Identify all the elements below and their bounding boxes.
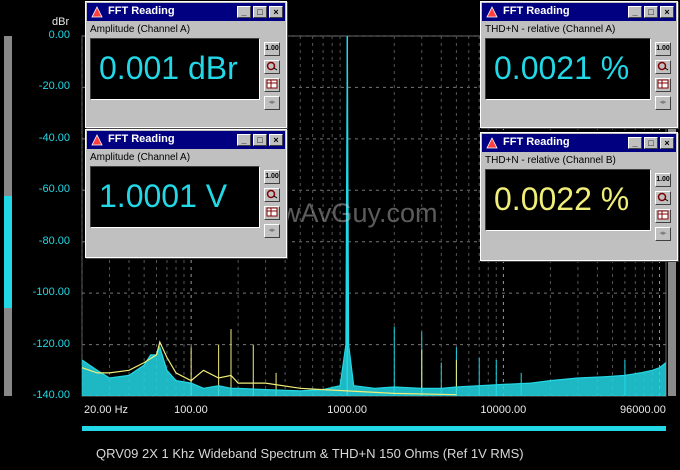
fft-app-icon (486, 137, 498, 149)
close-button[interactable]: × (269, 134, 283, 146)
window-title: FFT Reading (503, 5, 570, 17)
table-icon[interactable] (264, 206, 280, 220)
readout-format-button[interactable]: 1.00 (264, 42, 280, 56)
readout-format-button[interactable]: 1.00 (655, 42, 671, 56)
arrows-icon[interactable]: ◂▸ (264, 96, 280, 110)
measurement-label: Amplitude (Channel A) (90, 152, 191, 163)
reading-display: 0.0022 % (485, 169, 651, 231)
reading-display: 1.0001 V (90, 166, 260, 228)
window-titlebar[interactable]: FFT Reading _ □ × (482, 134, 676, 152)
reading-value: 0.001 dBr (99, 50, 238, 86)
x-tick-label: 20.00 Hz (84, 404, 129, 416)
fft-reading-window[interactable]: FFT Reading _ □ × THD+N - relative (Channel … (480, 132, 678, 261)
fft-reading-window[interactable]: FFT Reading _ □ × THD+N - relative (Channel … (480, 1, 678, 128)
close-button[interactable]: × (660, 137, 674, 149)
arrows-icon[interactable]: ◂▸ (264, 224, 280, 238)
maximize-button[interactable]: □ (644, 137, 658, 149)
measurement-label: THD+N - relative (Channel A) (485, 24, 616, 35)
window-title: FFT Reading (108, 5, 175, 17)
measurement-label: THD+N - relative (Channel B) (485, 155, 616, 166)
table-icon[interactable] (655, 78, 671, 92)
measurement-label: Amplitude (Channel A) (90, 24, 191, 35)
window-titlebar[interactable]: FFT Reading _ □ × (87, 131, 285, 149)
close-button[interactable]: × (660, 6, 674, 18)
maximize-button[interactable]: □ (253, 134, 267, 146)
x-tick-label: 1000.00 (327, 404, 368, 416)
x-tick-label: 100.00 (174, 404, 208, 416)
maximize-button[interactable]: □ (644, 6, 658, 18)
fft-app-icon (486, 6, 498, 18)
reading-value: 0.0022 % (494, 181, 630, 217)
fft-reading-window[interactable]: FFT Reading _ □ × Amplitude (Channel A) 1.000… (85, 129, 287, 258)
readout-format-button[interactable]: 1.00 (264, 170, 280, 184)
reading-value: 0.0021 % (494, 50, 630, 86)
window-titlebar[interactable]: FFT Reading _ □ × (482, 3, 676, 21)
reading-display: 0.0021 % (485, 38, 651, 100)
probe-icon[interactable] (655, 60, 671, 74)
close-button[interactable]: × (269, 6, 283, 18)
minimize-button[interactable]: _ (628, 137, 642, 149)
fft-reading-window[interactable]: FFT Reading _ □ × Amplitude (Channel A) 0.001… (85, 1, 287, 128)
maximize-button[interactable]: □ (253, 6, 267, 18)
minimize-button[interactable]: _ (237, 134, 251, 146)
reading-display: 0.001 dBr (90, 38, 260, 100)
window-titlebar[interactable]: FFT Reading _ □ × (87, 3, 285, 21)
window-title: FFT Reading (503, 136, 570, 148)
probe-icon[interactable] (655, 191, 671, 205)
window-title: FFT Reading (108, 133, 175, 145)
fft-app-icon (91, 6, 103, 18)
x-tick-label: 10000.00 (480, 404, 527, 416)
reading-value: 1.0001 V (99, 178, 228, 214)
readout-format-button[interactable]: 1.00 (655, 173, 671, 187)
x-tick-label: 96000.00 (620, 404, 666, 416)
x-scrollbar[interactable] (82, 426, 666, 431)
arrows-icon[interactable]: ◂▸ (655, 96, 671, 110)
fft-app-icon (91, 134, 103, 146)
probe-icon[interactable] (264, 188, 280, 202)
graph-caption: QRV09 2X 1 Khz Wideband Spectrum & THD+N… (96, 446, 524, 461)
arrows-icon[interactable]: ◂▸ (655, 227, 671, 241)
table-icon[interactable] (264, 78, 280, 92)
minimize-button[interactable]: _ (237, 6, 251, 18)
minimize-button[interactable]: _ (628, 6, 642, 18)
probe-icon[interactable] (264, 60, 280, 74)
table-icon[interactable] (655, 209, 671, 223)
